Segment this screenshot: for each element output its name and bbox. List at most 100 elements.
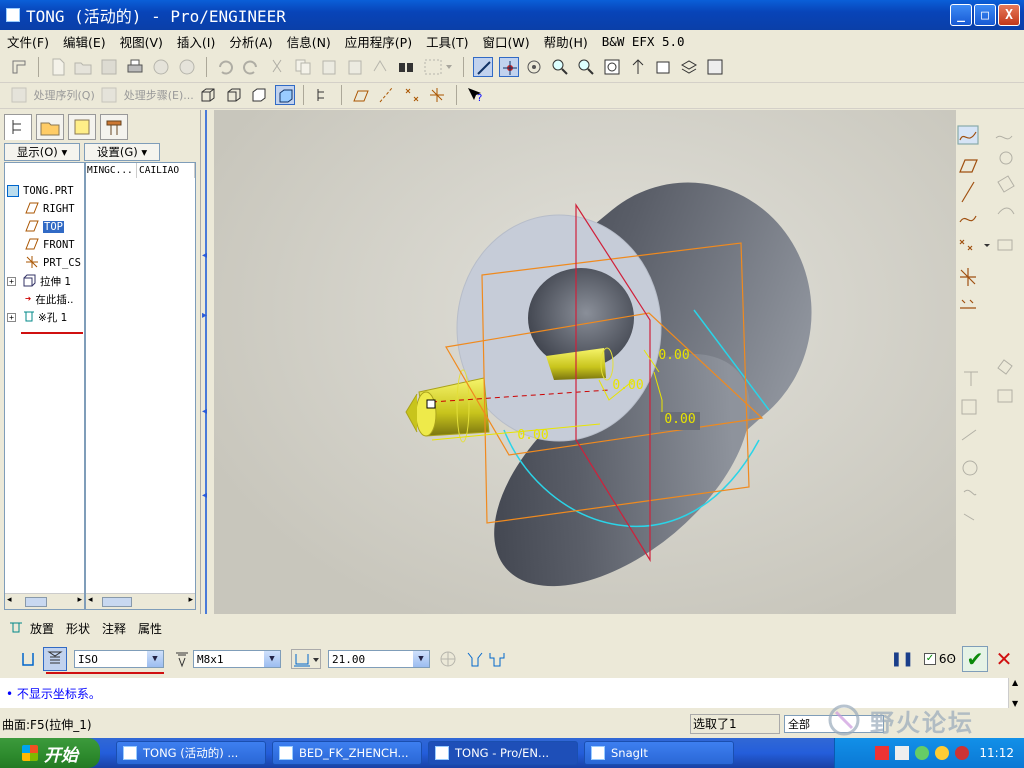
csys-display-icon[interactable]: [427, 85, 447, 105]
counterbore-icon[interactable]: [487, 649, 507, 669]
taskbar-item[interactable]: TONG - Pro/EN...: [428, 741, 578, 765]
process-icon[interactable]: [9, 85, 29, 105]
mail-icon[interactable]: [151, 57, 171, 77]
cancel-button[interactable]: ✕: [992, 647, 1016, 671]
depth-option-icon[interactable]: [291, 649, 321, 669]
tab-properties[interactable]: 属性: [138, 620, 162, 637]
pause-button[interactable]: ❚❚: [890, 651, 913, 667]
tree-divider[interactable]: [84, 163, 86, 609]
send-icon[interactable]: [177, 57, 197, 77]
tray-icon[interactable]: [955, 746, 970, 760]
open-folder-icon[interactable]: [73, 57, 93, 77]
new-file-icon[interactable]: [48, 57, 68, 77]
model-tree-toggle-icon[interactable]: [313, 85, 333, 105]
saved-views-icon[interactable]: [654, 57, 674, 77]
save-icon[interactable]: [99, 57, 119, 77]
tray-icon[interactable]: [875, 746, 890, 760]
tray-icon[interactable]: [915, 746, 930, 760]
tray-icon[interactable]: [935, 746, 950, 760]
tab-folder-browser[interactable]: [36, 114, 64, 140]
preview-checkbox[interactable]: ✓: [923, 653, 936, 665]
undo-icon[interactable]: [215, 57, 235, 77]
tapped-hole-icon[interactable]: [172, 649, 192, 669]
tab-placement[interactable]: 放置: [30, 620, 54, 637]
regenerate-icon[interactable]: [370, 57, 390, 77]
copy-icon[interactable]: [293, 57, 313, 77]
csys-tool-icon[interactable]: [960, 268, 976, 286]
tab-connections[interactable]: [100, 114, 128, 140]
tree-item-top[interactable]: TOP: [25, 219, 64, 235]
cut-icon[interactable]: [267, 57, 287, 77]
datum-plane-tool-icon[interactable]: [959, 159, 978, 173]
tray-icon[interactable]: [895, 746, 910, 760]
column-header-mingc[interactable]: MINGC...: [85, 163, 137, 178]
tab-shape[interactable]: 形状: [66, 620, 90, 637]
apply-button[interactable]: ✔: [962, 646, 988, 672]
panel-splitter[interactable]: ◂ ▸ ◂ ◂: [200, 110, 214, 614]
sketch-tool-icon[interactable]: [957, 125, 979, 145]
taskbar-item[interactable]: BED_FK_ZHENCH...: [272, 741, 422, 765]
dimension-label[interactable]: 0.00: [608, 378, 648, 394]
minimize-button[interactable]: _: [950, 4, 972, 26]
taskbar-item[interactable]: SnagIt: [584, 741, 734, 765]
flip-icon[interactable]: [438, 649, 458, 669]
menu-view[interactable]: 视图(V): [113, 32, 170, 51]
screw-size-select[interactable]: M8x1 ▼: [193, 650, 281, 668]
tab-model-tree[interactable]: [4, 114, 32, 140]
menu-applications[interactable]: 应用程序(P): [338, 32, 419, 51]
orient-mode-icon[interactable]: [524, 57, 544, 77]
graphics-window[interactable]: 0.00 0.00 0.00 0.00: [214, 110, 956, 614]
datum-plane-display-icon[interactable]: [351, 85, 371, 105]
expand-icon[interactable]: +: [7, 312, 16, 322]
wireframe-icon[interactable]: [198, 85, 218, 105]
find-icon[interactable]: [396, 57, 416, 77]
settings-dropdown[interactable]: 设置(G) ▾: [84, 143, 160, 161]
menu-tools[interactable]: 工具(T): [419, 32, 475, 51]
menu-insert[interactable]: 插入(I): [170, 32, 222, 51]
tree-item-front[interactable]: FRONT: [25, 237, 75, 253]
hidden-line-icon[interactable]: [224, 85, 244, 105]
tree-hscroll-right[interactable]: ◂ ▸: [86, 593, 195, 609]
datum-point-display-icon[interactable]: [402, 85, 422, 105]
spin-center-icon[interactable]: [498, 57, 519, 77]
tree-item-extrude[interactable]: + 拉伸 1: [7, 273, 71, 289]
countersink-icon[interactable]: [465, 649, 485, 669]
datum-curve-tool-icon[interactable]: [959, 215, 977, 223]
process-step-label[interactable]: 处理步骤(E)...: [124, 89, 194, 102]
select-icon[interactable]: [9, 57, 29, 77]
analysis-feature-icon[interactable]: [960, 299, 976, 309]
process-sequence-label[interactable]: 处理序列(Q): [34, 89, 95, 102]
cylinder-body[interactable]: [453, 182, 812, 614]
context-help-icon[interactable]: ?: [465, 85, 485, 105]
paste-icon[interactable]: [319, 57, 339, 77]
tree-item-csys[interactable]: PRT_CS: [25, 255, 81, 271]
menu-bw-efx[interactable]: B&W EFX 5.0: [595, 34, 692, 49]
tree-hscroll-left[interactable]: ◂ ▸: [5, 593, 84, 609]
expand-icon[interactable]: +: [7, 276, 16, 286]
no-hidden-icon[interactable]: [249, 85, 269, 105]
menu-analysis[interactable]: 分析(A): [222, 32, 279, 51]
print-icon[interactable]: [125, 57, 145, 77]
repaint-icon[interactable]: [472, 57, 493, 77]
shading-icon[interactable]: [274, 85, 295, 105]
tree-item-part[interactable]: TONG.PRT: [7, 183, 74, 199]
menu-edit[interactable]: 编辑(E): [56, 32, 113, 51]
redo-icon[interactable]: [241, 57, 261, 77]
tab-note[interactable]: 注释: [102, 620, 126, 637]
simple-hole-icon[interactable]: [18, 649, 38, 669]
datum-axis-display-icon[interactable]: [376, 85, 396, 105]
tree-item-right[interactable]: RIGHT: [25, 201, 75, 217]
zoom-out-icon[interactable]: [576, 57, 596, 77]
menu-info[interactable]: 信息(N): [280, 32, 338, 51]
zoom-in-icon[interactable]: [550, 57, 570, 77]
maximize-button[interactable]: □: [974, 4, 996, 26]
tree-item-hole[interactable]: + ※孔 1: [7, 309, 67, 325]
process-step-icon[interactable]: [99, 85, 119, 105]
column-header-cailiao[interactable]: CAILIAO: [137, 163, 195, 178]
menu-file[interactable]: 文件(F): [0, 32, 56, 51]
taskbar-item[interactable]: TONG (活动的) ...: [116, 741, 266, 765]
standard-hole-icon[interactable]: [43, 647, 67, 671]
show-dropdown[interactable]: 显示(O) ▾: [4, 143, 80, 161]
layers-icon[interactable]: [679, 57, 699, 77]
standard-select[interactable]: ISO ▼: [74, 650, 164, 668]
